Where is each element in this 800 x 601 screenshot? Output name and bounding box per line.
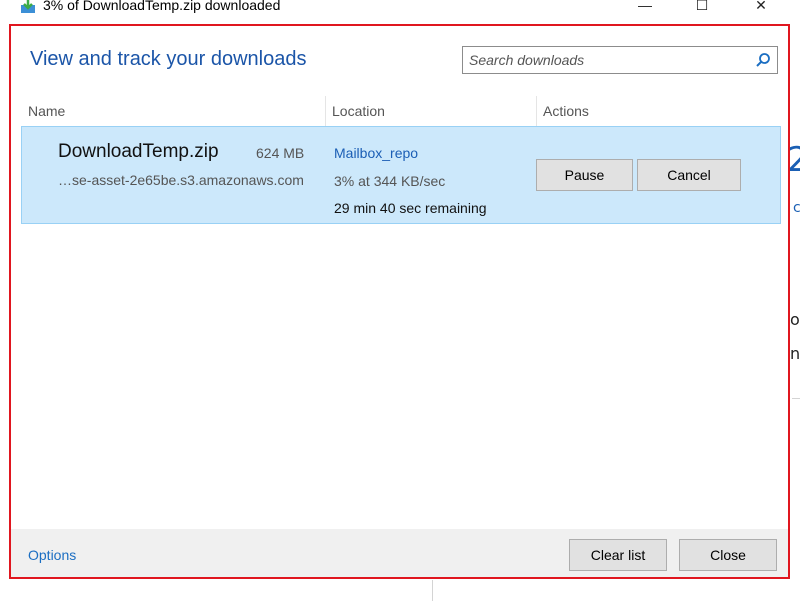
download-manager-icon [21, 0, 35, 13]
minimize-button[interactable]: — [622, 0, 668, 16]
download-progress: 3% at 344 KB/sec [334, 173, 446, 189]
search-icon[interactable] [755, 52, 771, 68]
column-divider [325, 96, 326, 126]
close-button[interactable]: Close [679, 539, 777, 571]
download-row[interactable]: DownloadTemp.zip 624 MB …se-asset-2e65be… [21, 126, 781, 224]
file-size: 624 MB [256, 145, 305, 161]
window-title: 3% of DownloadTemp.zip downloaded [43, 0, 281, 13]
maximize-icon: ☐ [695, 0, 709, 13]
location-link[interactable]: Mailbox_repo [334, 145, 418, 161]
background-divider [792, 398, 800, 399]
background-divider [432, 580, 433, 601]
file-source: …se-asset-2e65be.s3.amazonaws.com [58, 172, 304, 188]
title-bar: 3% of DownloadTemp.zip downloaded — ☐ ✕ [0, 0, 800, 16]
pause-button[interactable]: Pause [536, 159, 633, 191]
page-title: View and track your downloads [30, 48, 307, 70]
background-glyph: n [790, 344, 800, 363]
clear-list-button[interactable]: Clear list [569, 539, 667, 571]
search-input[interactable] [469, 50, 749, 70]
downloads-dialog: View and track your downloads Name Locat… [9, 24, 790, 579]
background-glyph: o [790, 310, 800, 329]
minimize-icon: — [638, 0, 652, 13]
close-icon: ✕ [755, 0, 767, 13]
search-box[interactable] [462, 46, 778, 74]
options-link[interactable]: Options [28, 547, 76, 563]
file-name[interactable]: DownloadTemp.zip [58, 141, 219, 163]
close-window-button[interactable]: ✕ [738, 0, 784, 16]
column-header-name[interactable]: Name [28, 96, 323, 126]
cancel-button[interactable]: Cancel [637, 159, 741, 191]
column-divider [536, 96, 537, 126]
maximize-button[interactable]: ☐ [679, 0, 725, 16]
column-header-actions: Actions [543, 103, 589, 119]
time-remaining: 29 min 40 sec remaining [334, 200, 487, 216]
dialog-footer: Options Clear list Close [11, 529, 788, 577]
background-glyph: c [793, 200, 800, 216]
column-header-location[interactable]: Location [332, 96, 532, 126]
